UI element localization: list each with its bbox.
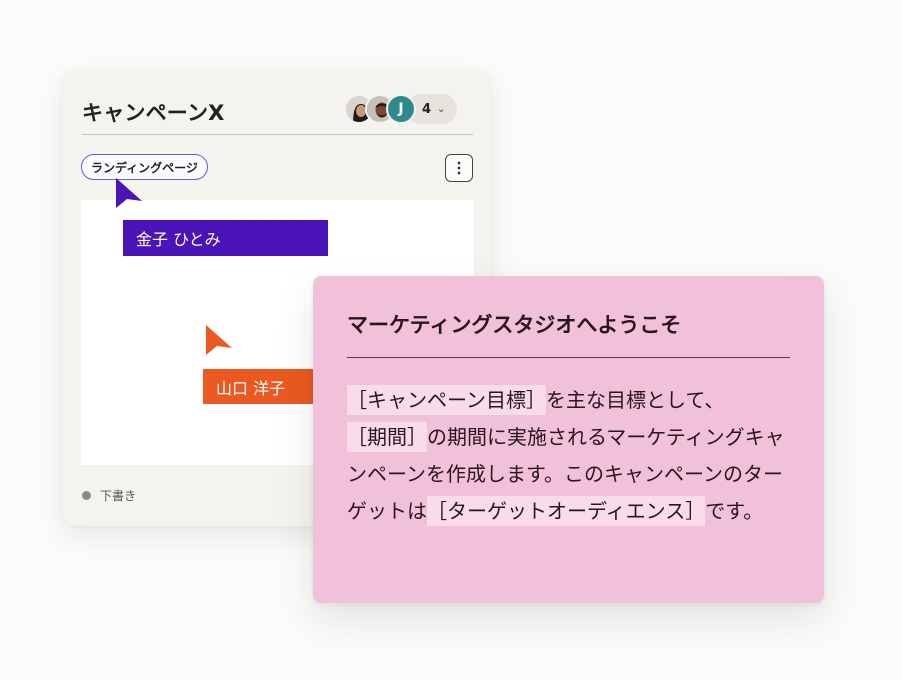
body-text-3: です。 [705,499,764,523]
welcome-title: マーケティングスタジオへようこそ [347,313,682,337]
stage: キャンペーンX J 4 ⌄ ランディングページ 下書き 金子 ひとみ 山口 洋子… [0,0,902,680]
placeholder-campaign-goal[interactable]: ［キャンペーン目標］ [347,385,546,415]
orange-cursor-icon [206,325,232,355]
landing-page-tag[interactable]: ランディングページ [81,154,208,180]
vertical-dots-icon [457,161,461,175]
card-divider [82,134,473,135]
welcome-panel: マーケティングスタジオへようこそ ［キャンペーン目標］を主な目標として、 ［期間］… [313,276,824,603]
panel-divider [347,357,790,358]
campaign-title: キャンペーンX [82,101,225,125]
status-indicator: 下書き [82,487,136,504]
placeholder-period[interactable]: ［期間］ [347,422,427,452]
cursor-label-kaneko: 金子 ひとみ [123,220,328,256]
body-text-1: を主な目標として、 [546,388,725,412]
user-avatar-initial[interactable]: J [386,94,416,124]
status-dot [82,491,91,500]
placeholder-target-audience[interactable]: ［ターゲットオーディエンス］ [427,496,706,526]
purple-cursor-icon [116,178,142,208]
status-label: 下書き [100,489,137,503]
collaborator-count: 4 [422,101,432,117]
welcome-body: ［キャンペーン目標］を主な目標として、［期間］の期間に実施されるマーケティングキ… [347,382,793,530]
more-options-button[interactable] [445,154,473,182]
cursor-label-yamaguchi: 山口 洋子 [203,369,318,404]
chevron-down-icon: ⌄ [437,103,446,115]
collaborators-group[interactable]: J 4 ⌄ [344,94,458,124]
